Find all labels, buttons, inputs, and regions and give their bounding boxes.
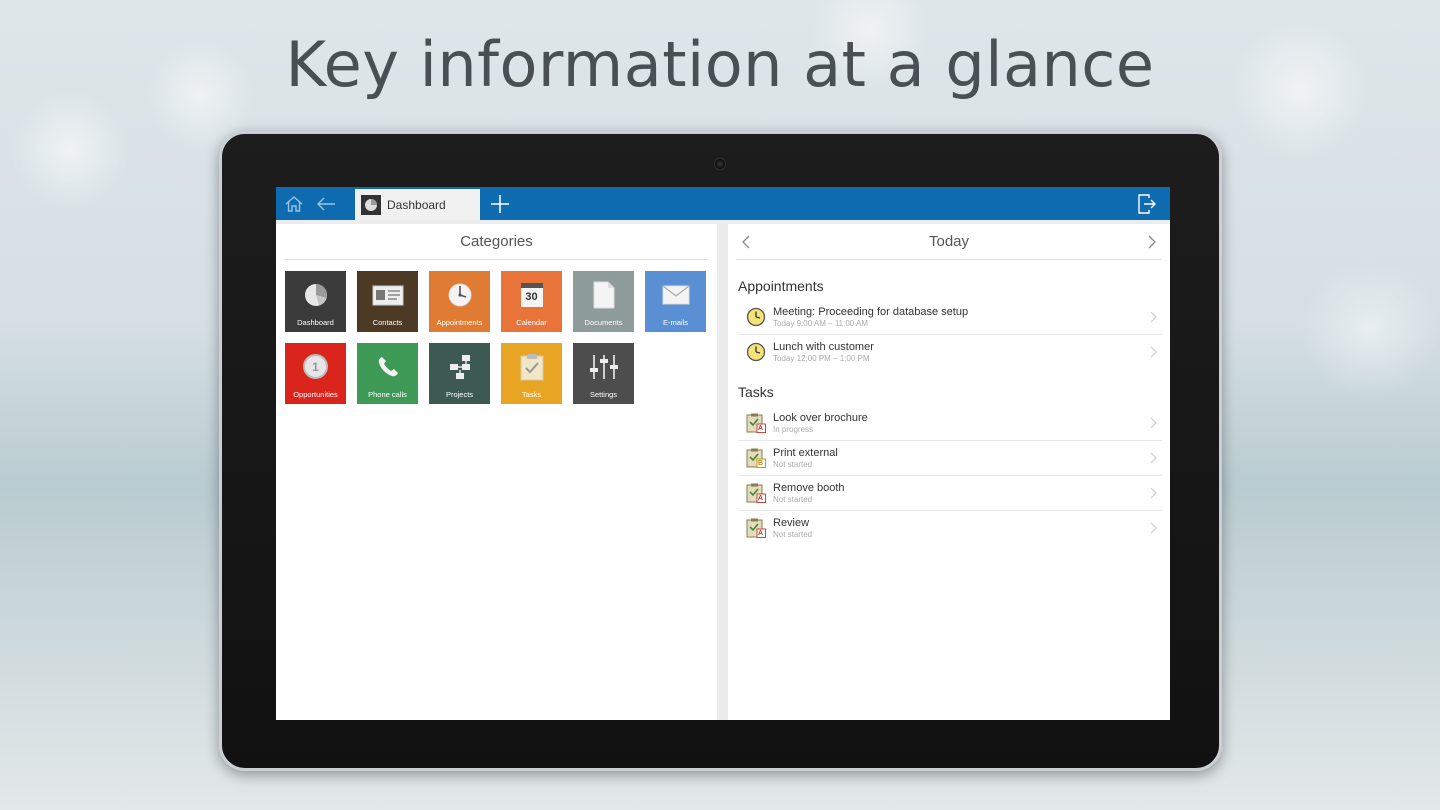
tile-opportunities[interactable]: 1 Opportunities xyxy=(285,343,346,404)
task-status: In progress xyxy=(773,425,814,434)
clock-icon xyxy=(746,342,766,362)
task-status: Not started xyxy=(773,495,813,504)
pie-chart-icon xyxy=(361,194,381,215)
task-title: Review xyxy=(773,517,810,529)
next-day-button[interactable] xyxy=(1142,224,1162,260)
tablet-frame: Dashboard Categories Dashboard Contacts xyxy=(219,131,1222,771)
camera xyxy=(714,158,726,170)
tile-phone-calls[interactable]: Phone calls xyxy=(357,343,418,404)
prev-day-button[interactable] xyxy=(736,224,756,260)
task-item[interactable]: A Look over brochure In progress xyxy=(738,406,1162,441)
tile-label: Phone calls xyxy=(368,390,407,399)
home-icon[interactable] xyxy=(278,187,310,220)
tile-label: Opportunities xyxy=(293,390,338,399)
tile-label: Documents xyxy=(584,318,623,327)
appointment-time: Today 12:00 PM – 1:00 PM xyxy=(773,354,870,363)
tile-documents[interactable]: Documents xyxy=(573,271,634,332)
chevron-right-icon xyxy=(1150,487,1157,499)
task-priority: B xyxy=(758,460,764,467)
appointment-title: Lunch with customer xyxy=(773,341,874,353)
tile-label: Contacts xyxy=(372,318,403,327)
tile-label: E-mails xyxy=(662,318,688,327)
headline: Key information at a glance xyxy=(285,28,1155,101)
tile-label: Projects xyxy=(445,390,474,399)
appointments-list: Meeting: Proceeding for database setup T… xyxy=(728,300,1170,370)
chevron-right-icon xyxy=(1150,346,1157,358)
calendar-icon: 30 xyxy=(520,282,543,307)
chevron-right-icon xyxy=(1150,452,1157,464)
tile-appointments[interactable]: Appointments xyxy=(429,271,490,332)
appointment-title: Meeting: Proceeding for database setup xyxy=(773,306,969,318)
task-status: Not started xyxy=(773,530,813,539)
today-header: Today xyxy=(736,224,1162,260)
task-priority: A xyxy=(758,495,764,502)
tile-settings[interactable]: Settings xyxy=(573,343,634,404)
tile-tasks[interactable]: Tasks xyxy=(501,343,562,404)
phone-icon xyxy=(378,356,398,376)
tasks-section-title: Tasks xyxy=(738,384,774,400)
task-priority: A xyxy=(758,530,764,537)
chevron-right-icon xyxy=(1150,522,1157,534)
categories-title: Categories xyxy=(284,224,709,260)
top-bar: Dashboard xyxy=(276,187,1170,220)
contact-card-icon xyxy=(372,285,403,305)
tile-label: Appointments xyxy=(436,318,483,327)
tile-label: Tasks xyxy=(521,390,542,399)
tasks-list: A Look over brochure In progress B Print… xyxy=(728,406,1170,546)
task-item[interactable]: A Review Not started xyxy=(738,511,1162,546)
chevron-left-icon xyxy=(742,235,750,249)
categories-panel: Categories Dashboard Contacts Appointmen… xyxy=(276,224,717,720)
task-status: Not started xyxy=(773,460,813,469)
calendar-day: 30 xyxy=(525,291,538,303)
document-icon xyxy=(593,281,614,308)
tile-emails[interactable]: E-mails xyxy=(645,271,706,332)
clock-icon xyxy=(746,307,766,327)
logout-icon[interactable] xyxy=(1132,187,1162,220)
appointment-item[interactable]: Meeting: Proceeding for database setup T… xyxy=(738,300,1162,335)
today-panel: Today Appointments Meeting: Proceeding f… xyxy=(728,224,1170,720)
tile-dashboard[interactable]: Dashboard xyxy=(285,271,346,332)
task-item[interactable]: B Print external Not started xyxy=(738,441,1162,476)
chevron-right-icon xyxy=(1150,417,1157,429)
coin-icon: 1 xyxy=(303,354,328,379)
task-title: Print external xyxy=(773,447,838,459)
appointments-section-title: Appointments xyxy=(738,278,824,294)
add-tab-button[interactable] xyxy=(480,187,520,220)
sliders-icon xyxy=(589,354,618,379)
tab-label: Dashboard xyxy=(387,197,446,212)
tab-dashboard[interactable]: Dashboard xyxy=(355,189,480,220)
tile-label: Dashboard xyxy=(297,318,334,327)
chevron-right-icon xyxy=(1150,311,1157,323)
task-priority: A xyxy=(758,425,764,432)
clock-icon xyxy=(448,283,471,306)
app-screen: Dashboard Categories Dashboard Contacts xyxy=(276,187,1170,720)
tile-label: Settings xyxy=(589,390,618,399)
pie-chart-icon xyxy=(304,283,327,306)
tile-label: Calendar xyxy=(516,318,547,327)
task-title: Remove booth xyxy=(773,482,845,494)
task-item[interactable]: A Remove booth Not started xyxy=(738,476,1162,511)
task-title: Look over brochure xyxy=(773,412,868,424)
clipboard-icon xyxy=(520,353,543,380)
appointment-time: Today 9:00 AM – 11:00 AM xyxy=(773,319,869,328)
tile-contacts[interactable]: Contacts xyxy=(357,271,418,332)
chevron-right-icon xyxy=(1148,235,1156,249)
today-title: Today xyxy=(928,233,970,250)
envelope-icon xyxy=(662,285,689,304)
coin-value: 1 xyxy=(312,359,319,374)
back-arrow-icon[interactable] xyxy=(310,187,342,220)
appointment-item[interactable]: Lunch with customer Today 12:00 PM – 1:0… xyxy=(738,335,1162,370)
tile-calendar[interactable]: 30 Calendar xyxy=(501,271,562,332)
tile-projects[interactable]: Projects xyxy=(429,343,490,404)
org-chart-icon xyxy=(449,354,470,379)
